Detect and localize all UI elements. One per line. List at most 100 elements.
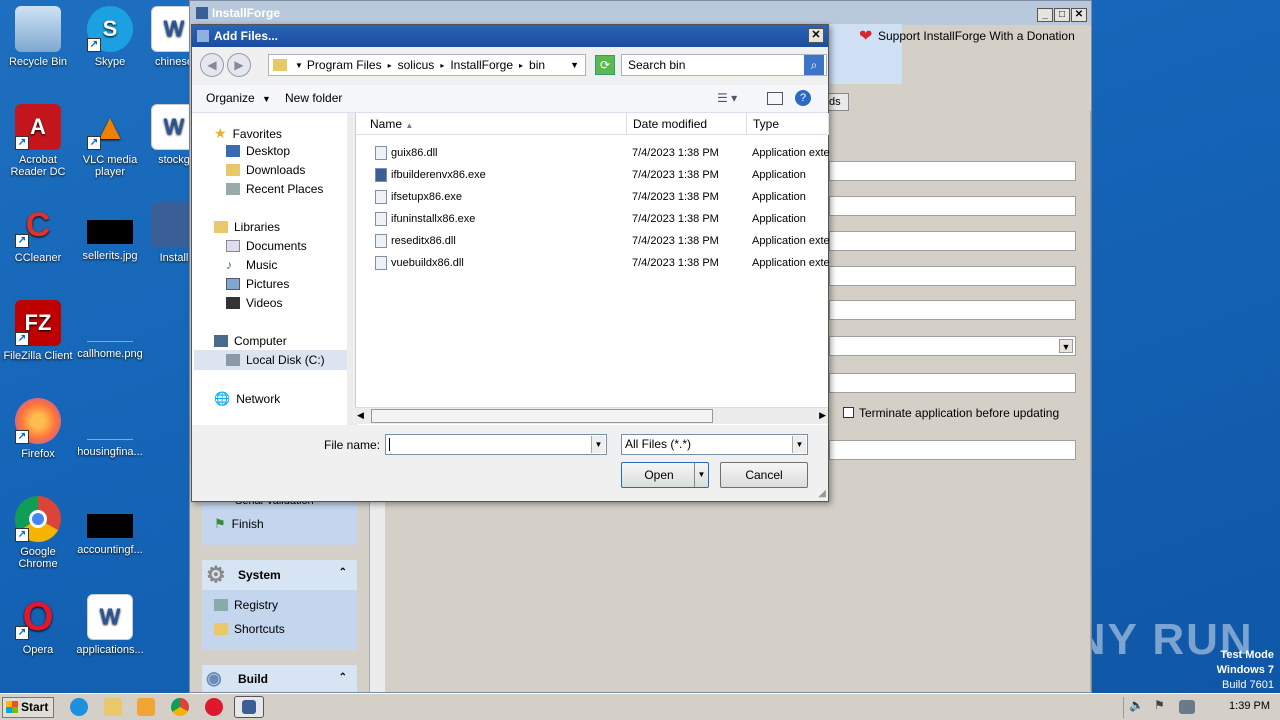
- tree-favorites[interactable]: ★ Favorites: [214, 125, 282, 142]
- tree-videos[interactable]: Videos: [226, 296, 282, 310]
- maximize-button[interactable]: □: [1054, 8, 1070, 22]
- terminate-checkbox[interactable]: [843, 407, 854, 418]
- computer-icon: [214, 335, 228, 347]
- tree-documents[interactable]: Documents: [226, 239, 307, 253]
- nav-item-shortcuts[interactable]: Shortcuts: [214, 622, 285, 636]
- network-tray-icon[interactable]: [1179, 700, 1195, 714]
- tree-scrollbar[interactable]: [347, 113, 353, 425]
- column-header-type[interactable]: Type: [747, 113, 829, 135]
- forward-button[interactable]: ▶: [227, 53, 251, 77]
- breadcrumb-item[interactable]: solicus: [398, 58, 435, 72]
- breadcrumb-item[interactable]: bin: [529, 58, 545, 72]
- ie-icon[interactable]: [70, 698, 88, 716]
- desktop-icon-accountingf[interactable]: accountingf...: [72, 496, 148, 556]
- cancel-button[interactable]: Cancel: [720, 462, 808, 488]
- opera-icon[interactable]: [205, 698, 223, 716]
- file-row[interactable]: ifsetupx86.exe 7/4/2023 1:38 PM Applicatio…: [356, 186, 829, 208]
- tree-computer[interactable]: Computer: [214, 334, 287, 348]
- tree-desktop[interactable]: Desktop: [226, 144, 290, 158]
- file-name-input[interactable]: ▼: [385, 434, 607, 455]
- downloads-icon: [226, 164, 240, 176]
- text-field-7[interactable]: [829, 440, 1076, 460]
- nav-item-registry[interactable]: Registry: [214, 598, 278, 612]
- file-row[interactable]: guix86.dll 7/4/2023 1:38 PM Application ex…: [356, 142, 830, 164]
- system-section-header[interactable]: ⚙ System ⌃: [202, 560, 357, 590]
- text-field-4[interactable]: [829, 266, 1076, 286]
- exe-file-icon: [375, 190, 387, 204]
- scroll-right-icon[interactable]: ▶: [819, 410, 826, 421]
- desktop-icon-firefox[interactable]: ↗ Firefox: [0, 398, 76, 460]
- breadcrumb-item[interactable]: Program Files: [307, 58, 382, 72]
- app-icon: [196, 7, 208, 19]
- dialog-close-button[interactable]: ✕: [808, 28, 824, 43]
- build-section-header[interactable]: ◉ Build ⌃: [202, 665, 357, 692]
- scroll-thumb[interactable]: [371, 409, 713, 423]
- search-input[interactable]: Search bin: [621, 54, 827, 76]
- system-clock[interactable]: 1:39 PM: [1229, 700, 1270, 712]
- chevron-down-icon[interactable]: ▼: [591, 436, 605, 453]
- image-thumbnail: [87, 318, 133, 342]
- text-field-5[interactable]: [829, 300, 1076, 320]
- file-type-filter[interactable]: All Files (*.*) ▼: [621, 434, 808, 455]
- address-bar[interactable]: ▼ Program Files ▸ solicus ▸ InstallForge…: [268, 54, 586, 76]
- desktop-icon-recycle-bin[interactable]: Recycle Bin: [0, 6, 76, 68]
- organize-button[interactable]: Organize ▼: [206, 91, 271, 105]
- nav-item-finish[interactable]: ⚑ Finish: [214, 516, 264, 532]
- desktop-icon-chrome[interactable]: ↗ Google Chrome: [0, 496, 76, 570]
- help-icon[interactable]: ?: [795, 90, 811, 106]
- action-center-flag-icon[interactable]: ⚑: [1154, 698, 1168, 716]
- volume-icon[interactable]: 🔈: [1129, 698, 1144, 716]
- tab-fragment[interactable]: ds: [829, 93, 849, 111]
- scroll-left-icon[interactable]: ◀: [357, 410, 364, 421]
- refresh-button[interactable]: ⟳: [595, 55, 615, 75]
- text-field-1[interactable]: [829, 161, 1076, 181]
- column-header-date[interactable]: Date modified: [627, 113, 747, 135]
- text-field-6[interactable]: [829, 373, 1076, 393]
- file-row[interactable]: vuebuildx86.dll 7/4/2023 1:38 PM Applicati…: [356, 252, 830, 274]
- tree-music[interactable]: ♪ Music: [226, 258, 277, 272]
- desktop-icon-callhome[interactable]: callhome.png: [72, 300, 148, 360]
- desktop-icon-opera[interactable]: O ↗ Opera: [0, 594, 76, 656]
- desktop-icon-acrobat[interactable]: A ↗ Acrobat Reader DC: [0, 104, 76, 178]
- tree-local-disk[interactable]: Local Disk (C:): [226, 353, 325, 367]
- desktop-icon-applications[interactable]: W applications...: [72, 594, 148, 656]
- text-field-3[interactable]: [829, 231, 1076, 251]
- open-button[interactable]: Open ▼: [621, 462, 709, 488]
- resize-grip-icon[interactable]: ◢: [818, 488, 826, 499]
- recycle-bin-icon: [15, 6, 61, 52]
- heart-icon: ❤: [859, 28, 873, 45]
- tree-libraries[interactable]: Libraries: [214, 220, 280, 234]
- start-button[interactable]: Start: [2, 697, 54, 718]
- desktop-icon-ccleaner[interactable]: C ↗ CCleaner: [0, 202, 76, 265]
- file-row[interactable]: ifbuilderenvx86.exe 7/4/2023 1:38 PM Appli…: [356, 164, 829, 186]
- file-row[interactable]: reseditx86.dll 7/4/2023 1:38 PM Applicatio…: [356, 230, 830, 252]
- explorer-icon[interactable]: [104, 698, 122, 716]
- tree-pictures[interactable]: Pictures: [226, 277, 289, 291]
- file-row[interactable]: ifuninstallx86.exe 7/4/2023 1:38 PM Applic…: [356, 208, 829, 230]
- breadcrumb-item[interactable]: InstallForge: [450, 58, 513, 72]
- text-field-2[interactable]: [829, 196, 1076, 216]
- nav-scrollbar[interactable]: [369, 490, 385, 692]
- tree-network[interactable]: 🌐 Network: [214, 391, 280, 407]
- view-options-icon[interactable]: ☰ ▾: [717, 91, 737, 105]
- minimize-button[interactable]: _: [1037, 8, 1053, 22]
- chrome-icon[interactable]: [171, 698, 189, 716]
- chevron-down-icon[interactable]: ▼: [570, 60, 579, 70]
- media-player-icon[interactable]: [137, 698, 155, 716]
- new-folder-button[interactable]: New folder: [285, 91, 342, 105]
- desktop-icon-filezilla[interactable]: FZ ↗ FileZilla Client: [0, 300, 76, 362]
- music-icon: ♪: [226, 258, 232, 272]
- dropdown-field[interactable]: ▼: [829, 336, 1076, 356]
- search-icon[interactable]: ⌕: [804, 55, 824, 75]
- desktop-icon-housingfina[interactable]: housingfina...: [72, 398, 148, 458]
- back-button[interactable]: ◀: [200, 53, 224, 77]
- ccleaner-icon: C ↗: [15, 202, 61, 248]
- split-chevron-icon[interactable]: ▼: [694, 463, 708, 487]
- support-link[interactable]: Support InstallForge With a Donation: [878, 29, 1075, 43]
- horizontal-scrollbar[interactable]: ◀ ▶: [355, 407, 828, 424]
- preview-pane-icon[interactable]: [767, 92, 783, 105]
- tree-downloads[interactable]: Downloads: [226, 163, 305, 177]
- column-header-name[interactable]: Name ▲: [356, 113, 627, 135]
- close-button[interactable]: ✕: [1071, 8, 1087, 22]
- tree-recent-places[interactable]: Recent Places: [226, 182, 323, 196]
